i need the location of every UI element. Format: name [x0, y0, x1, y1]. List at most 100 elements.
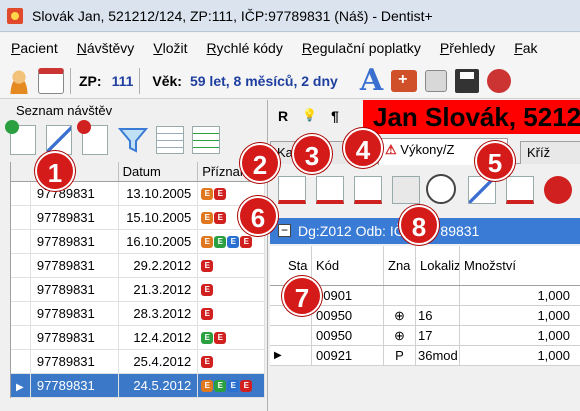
- status-flag-icon: E: [201, 331, 214, 344]
- row-indicator: [11, 206, 31, 229]
- add-item-icon[interactable]: [392, 176, 420, 204]
- visit-row[interactable]: 97789831 12.4.2012 E E: [11, 326, 265, 350]
- detail-toolbar-letters: R 💡 ¶: [278, 108, 339, 124]
- status-flag-icon: E: [201, 235, 214, 248]
- row-indicator: [11, 302, 31, 325]
- delete-procedure-d-icon[interactable]: [506, 176, 534, 204]
- checklist-confirm-icon[interactable]: [192, 126, 220, 154]
- menu-item[interactable]: Pacient: [11, 40, 58, 56]
- age-label: Věk:: [152, 72, 182, 89]
- visit-id-cell: 97789831: [31, 254, 119, 277]
- procedure-quantity-cell: 1,000: [460, 306, 580, 325]
- procedure-code-cell: 00901: [312, 286, 384, 305]
- menu-item[interactable]: Regulační poplatky: [302, 40, 421, 56]
- status-flag-icon: E: [201, 259, 214, 272]
- menu-item[interactable]: Fak: [514, 40, 537, 56]
- status-flag-icon: E: [240, 235, 253, 248]
- procedure-quantity-cell: 1,000: [460, 346, 580, 365]
- remove-icon[interactable]: [544, 176, 572, 204]
- visit-row[interactable]: ▶ 97789831 24.5.2012 E E E E: [11, 374, 265, 398]
- column-header-code[interactable]: Kód: [312, 246, 384, 285]
- patient-name-banner: Jan Slovák, 5212: [363, 100, 580, 134]
- procedure-code-cell: 00950: [312, 326, 384, 345]
- lock-icon[interactable]: [425, 69, 448, 92]
- procedure-row[interactable]: ▶ 00921 P 36mod 1,000: [270, 346, 580, 366]
- clock-icon[interactable]: [426, 174, 456, 204]
- paragraph-icon[interactable]: ¶: [331, 108, 339, 124]
- visit-id-cell: 97789831: [31, 302, 119, 325]
- column-header-location[interactable]: Lokaliz: [416, 246, 460, 285]
- status-flag-icon: E: [201, 307, 214, 320]
- font-icon[interactable]: A: [360, 65, 383, 96]
- visit-row[interactable]: 97789831 16.10.2005 E E E E: [11, 230, 265, 254]
- add-procedure-p-icon[interactable]: [354, 176, 382, 204]
- collapse-icon[interactable]: −: [278, 224, 291, 237]
- row-indicator: [11, 350, 31, 373]
- main-toolbar: ZP: 111 Věk: 59 let, 8 měsíců, 2 dny A: [0, 63, 580, 99]
- row-indicator: [11, 230, 31, 253]
- callout-badge: 3: [292, 134, 332, 174]
- menu-item[interactable]: Návštěvy: [77, 40, 135, 56]
- menu-item[interactable]: Rychlé kódy: [207, 40, 283, 56]
- status-flag-icon: E: [201, 187, 214, 200]
- user-icon[interactable]: [6, 67, 32, 94]
- status-flag-icon: E: [214, 235, 227, 248]
- checklist-icon[interactable]: [156, 126, 184, 154]
- lightbulb-icon[interactable]: 💡: [302, 108, 317, 124]
- status-flag-icon: E: [240, 379, 253, 392]
- menu-bar: Pacient Návštěvy Vložit Rychlé kódy Regulačn…: [0, 33, 580, 63]
- visit-flags-cell: E: [198, 254, 265, 277]
- procedure-row[interactable]: 00950 ⊕ 17 1,000: [270, 326, 580, 346]
- status-flag-icon: E: [227, 235, 240, 248]
- visit-id-cell: 97789831: [31, 278, 119, 301]
- visit-date-cell: 15.10.2005: [119, 206, 199, 229]
- zp-label: ZP:: [79, 72, 102, 89]
- status-flag-icon: E: [214, 331, 227, 344]
- column-header-mark[interactable]: Zna: [384, 246, 416, 285]
- procedure-mark-cell: [384, 286, 416, 305]
- window-title: Slovák Jan, 521212/124, ZP:111, IČP:9778…: [32, 7, 433, 24]
- column-header-date[interactable]: Datum: [119, 162, 199, 181]
- delete-visit-icon[interactable]: [77, 120, 108, 155]
- add-procedure-v-icon[interactable]: [316, 176, 344, 204]
- procedure-mark-cell: ⊕: [384, 306, 416, 325]
- visit-row[interactable]: 97789831 25.4.2012 E: [11, 350, 265, 374]
- visit-row[interactable]: 97789831 15.10.2005 E E: [11, 206, 265, 230]
- visit-id-cell: 97789831: [31, 230, 119, 253]
- callout-badge: 1: [35, 151, 75, 191]
- calendar-icon[interactable]: [38, 67, 64, 94]
- menu-item[interactable]: Vložit: [153, 40, 187, 56]
- callout-badge: 5: [475, 141, 515, 181]
- visit-flags-cell: EEEE: [198, 374, 265, 397]
- procedure-toolbar: [268, 168, 580, 208]
- add-visit-icon[interactable]: [5, 120, 36, 155]
- procedure-location-cell: 16: [416, 306, 460, 325]
- callout-badge: 6: [238, 196, 278, 236]
- add-procedure-l-icon[interactable]: [278, 176, 306, 204]
- status-flag-icon: E: [214, 379, 227, 392]
- visit-id-cell: 97789831: [31, 350, 119, 373]
- save-icon[interactable]: [455, 68, 480, 93]
- procedure-mark-cell: ⊕: [384, 326, 416, 345]
- menu-item[interactable]: Přehledy: [440, 40, 495, 56]
- row-indicator: [11, 182, 31, 205]
- column-header-quantity[interactable]: Množství: [460, 246, 580, 285]
- visit-row[interactable]: 97789831 29.2.2012 E: [11, 254, 265, 278]
- tab-kriz[interactable]: Kříž: [520, 141, 580, 164]
- tab-label: Výkony/Z: [400, 142, 455, 157]
- callout-badge: 8: [399, 205, 439, 245]
- age-value: 59 let, 8 měsíců, 2 dny: [189, 72, 338, 89]
- procedure-location-cell: 17: [416, 326, 460, 345]
- procedure-code-cell: 00921: [312, 346, 384, 365]
- first-aid-case-icon[interactable]: [391, 69, 418, 92]
- visit-id-cell: 97789831: [31, 206, 119, 229]
- filter-icon[interactable]: [118, 126, 148, 154]
- visit-row[interactable]: 97789831 28.3.2012 E: [11, 302, 265, 326]
- row-indicator: [11, 254, 31, 277]
- r-icon[interactable]: R: [278, 108, 288, 124]
- settings-icon[interactable]: [487, 68, 512, 93]
- callout-badge: 2: [240, 143, 280, 183]
- visit-row[interactable]: 97789831 21.3.2012 E: [11, 278, 265, 302]
- visit-date-cell: 24.5.2012: [119, 374, 199, 397]
- row-indicator: [11, 278, 31, 301]
